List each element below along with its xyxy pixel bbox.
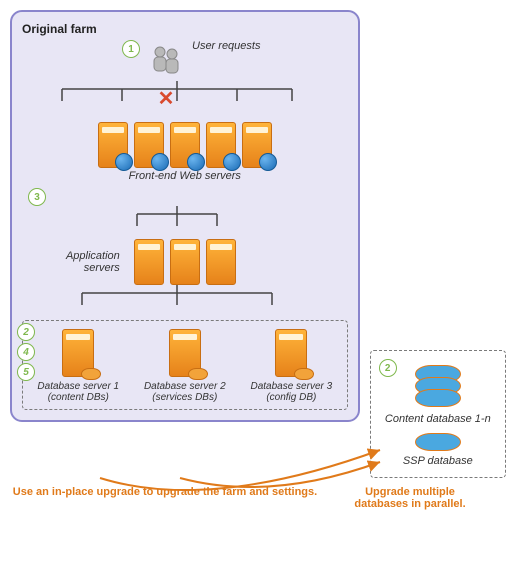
user-requests: ✕ xyxy=(148,44,184,81)
caption-left: Use an in-place upgrade to upgrade the f… xyxy=(10,486,320,510)
web-server xyxy=(134,122,164,168)
user-requests-label: User requests xyxy=(192,40,260,52)
db1-step-stack: 2 4 5 xyxy=(17,323,35,381)
db2-label: Database server 2 (services DBs) xyxy=(136,381,235,403)
server-icon xyxy=(62,329,94,377)
app-server xyxy=(170,239,200,285)
db-server-1: 2 4 5 Database server 1 (content DBs) xyxy=(29,329,128,403)
app-server xyxy=(134,239,164,285)
globe-icon xyxy=(259,153,277,171)
connector-users-to-web xyxy=(22,81,332,111)
step-4-badge: 4 xyxy=(17,343,35,361)
db-server-2: Database server 2 (services DBs) xyxy=(136,329,235,403)
app-servers-label: Application servers xyxy=(30,250,120,274)
web-server xyxy=(98,122,128,168)
server-icon xyxy=(169,329,201,377)
connector-app-to-db xyxy=(22,285,332,311)
database-cylinder-icon xyxy=(415,433,461,451)
step-1-badge: 1 xyxy=(122,40,140,58)
db-server-3: Database server 3 (config DB) xyxy=(242,329,341,403)
original-farm-panel: Original farm 1 ✕ User requests xyxy=(10,10,360,422)
web-server xyxy=(206,122,236,168)
database-server-group: 2 4 5 Database server 1 (content DBs) Da… xyxy=(22,320,348,410)
farm-title: Original farm xyxy=(22,22,348,36)
globe-icon xyxy=(151,153,169,171)
web-server xyxy=(170,122,200,168)
step-2-badge: 2 xyxy=(17,323,35,341)
globe-icon xyxy=(115,153,133,171)
db1-label: Database server 1 (content DBs) xyxy=(29,381,128,403)
step-2-badge: 2 xyxy=(379,359,397,377)
globe-icon xyxy=(187,153,205,171)
server-icon xyxy=(275,329,307,377)
blocked-x-icon: ✕ xyxy=(158,86,175,111)
users-icon xyxy=(148,44,184,78)
database-cylinder-icon xyxy=(415,389,461,407)
ssp-db-label: SSP database xyxy=(379,455,497,467)
db3-label: Database server 3 (config DB) xyxy=(242,381,341,403)
parallel-db-panel: 2 Content database 1-n SSP database xyxy=(370,350,506,478)
app-server xyxy=(206,239,236,285)
connector-web-to-app xyxy=(22,206,332,236)
step-5-badge: 5 xyxy=(17,363,35,381)
web-servers-label: Front-end Web servers xyxy=(22,170,348,182)
app-server-row xyxy=(134,239,236,285)
web-server-row xyxy=(22,122,348,168)
step-3-badge: 3 xyxy=(28,188,46,206)
globe-icon xyxy=(223,153,241,171)
content-db-label: Content database 1-n xyxy=(379,413,497,425)
caption-right: Upgrade multiple databases in parallel. xyxy=(340,486,480,510)
web-server xyxy=(242,122,272,168)
